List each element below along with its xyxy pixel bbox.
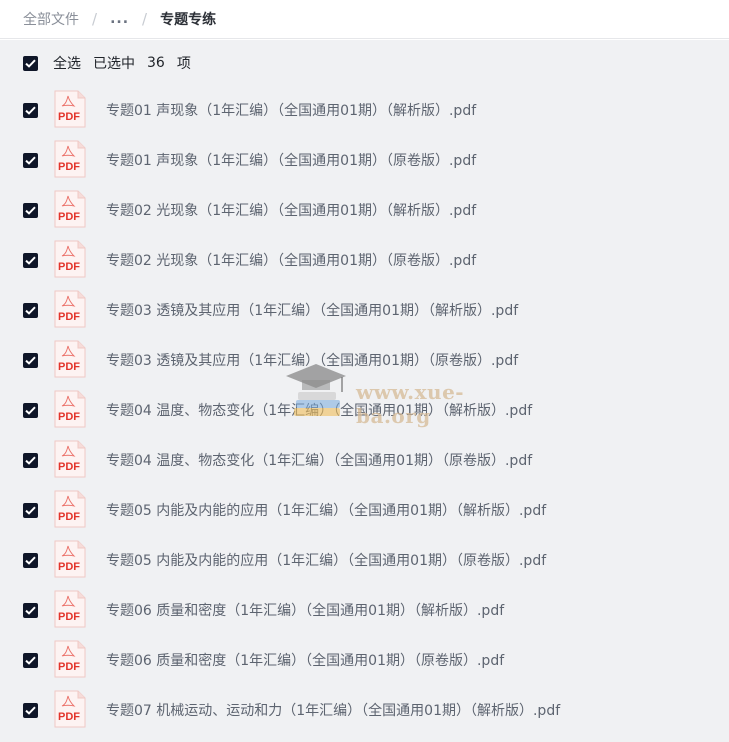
pdf-file-icon: PDF bbox=[54, 290, 86, 328]
checkmark-icon bbox=[25, 256, 36, 265]
pdf-file-icon: PDF bbox=[54, 690, 86, 728]
checkmark-icon bbox=[25, 556, 36, 565]
pdf-file-icon: PDF bbox=[54, 640, 86, 678]
pdf-icon-label: PDF bbox=[58, 511, 80, 523]
file-name[interactable]: 专题05 内能及内能的应用（1年汇编）（全国通用01期）（原卷版）.pdf bbox=[106, 536, 546, 586]
file-row[interactable]: PDF 专题05 内能及内能的应用（1年汇编）（全国通用01期）（解析版）.pdf bbox=[0, 486, 729, 536]
file-row[interactable]: PDF 专题06 质量和密度（1年汇编）（全国通用01期）（原卷版）.pdf bbox=[0, 636, 729, 686]
file-checkbox[interactable] bbox=[23, 553, 38, 568]
pdf-file-icon: PDF bbox=[54, 240, 86, 278]
file-row[interactable]: PDF 专题04 温度、物态变化（1年汇编）（全国通用01期）（原卷版）.pdf bbox=[0, 436, 729, 486]
file-checkbox[interactable] bbox=[23, 603, 38, 618]
checkmark-icon bbox=[25, 506, 36, 515]
breadcrumb-ellipsis-link[interactable]: ... bbox=[110, 11, 129, 27]
pdf-file-icon: PDF bbox=[54, 440, 86, 478]
select-all-label[interactable]: 全选 bbox=[53, 53, 81, 73]
file-name[interactable]: 专题04 温度、物态变化（1年汇编）（全国通用01期）（原卷版）.pdf bbox=[106, 436, 532, 486]
pdf-file-icon: PDF bbox=[54, 540, 86, 578]
breadcrumb: 全部文件 / ... / 专题专练 bbox=[0, 0, 729, 39]
pdf-file-icon: PDF bbox=[54, 490, 86, 528]
pdf-icon-label: PDF bbox=[58, 261, 80, 273]
select-all-bar: 全选 已选中 36 项 bbox=[23, 53, 191, 73]
file-row[interactable]: PDF 专题02 光现象（1年汇编）（全国通用01期）（原卷版）.pdf bbox=[0, 236, 729, 286]
file-checkbox[interactable] bbox=[23, 153, 38, 168]
select-all-checkbox[interactable] bbox=[23, 55, 38, 71]
file-name[interactable]: 专题02 光现象（1年汇编）（全国通用01期）（原卷版）.pdf bbox=[106, 236, 476, 286]
pdf-icon-label: PDF bbox=[58, 161, 80, 173]
file-name[interactable]: 专题06 质量和密度（1年汇编）（全国通用01期）（原卷版）.pdf bbox=[106, 636, 504, 686]
file-row[interactable]: PDF 专题03 透镜及其应用（1年汇编）（全国通用01期）（原卷版）.pdf bbox=[0, 336, 729, 386]
file-name[interactable]: 专题01 声现象（1年汇编）（全国通用01期）（解析版）.pdf bbox=[106, 86, 476, 136]
checkmark-icon bbox=[25, 706, 36, 715]
file-checkbox[interactable] bbox=[23, 103, 38, 118]
pdf-file-icon: PDF bbox=[54, 390, 86, 428]
pdf-icon-label: PDF bbox=[58, 611, 80, 623]
file-row[interactable]: PDF 专题04 温度、物态变化（1年汇编）（全国通用01期）（解析版）.pdf bbox=[0, 386, 729, 436]
file-checkbox[interactable] bbox=[23, 453, 38, 468]
breadcrumb-separator: / bbox=[142, 10, 148, 28]
selected-prefix: 已选中 bbox=[93, 56, 135, 72]
pdf-icon-label: PDF bbox=[58, 111, 80, 123]
pdf-icon-label: PDF bbox=[58, 711, 80, 723]
selected-count: 36 bbox=[147, 55, 165, 71]
file-checkbox[interactable] bbox=[23, 303, 38, 318]
file-row[interactable]: PDF 专题07 机械运动、运动和力（1年汇编）（全国通用01期）（解析版）.pd… bbox=[0, 686, 729, 736]
file-checkbox[interactable] bbox=[23, 703, 38, 718]
file-name[interactable]: 专题03 透镜及其应用（1年汇编）（全国通用01期）（解析版）.pdf bbox=[106, 286, 518, 336]
pdf-file-icon: PDF bbox=[54, 340, 86, 378]
file-name[interactable]: 专题07 机械运动、运动和力（1年汇编）（全国通用01期）（解析版）.pdf bbox=[106, 686, 560, 736]
pdf-file-icon: PDF bbox=[54, 90, 86, 128]
file-name[interactable]: 专题06 质量和密度（1年汇编）（全国通用01期）（解析版）.pdf bbox=[106, 586, 504, 636]
checkmark-icon bbox=[25, 306, 36, 315]
pdf-icon-label: PDF bbox=[58, 661, 80, 673]
checkmark-icon bbox=[25, 406, 36, 415]
pdf-icon-label: PDF bbox=[58, 561, 80, 573]
file-row[interactable]: PDF 专题05 内能及内能的应用（1年汇编）（全国通用01期）（原卷版）.pdf bbox=[0, 536, 729, 586]
file-checkbox[interactable] bbox=[23, 403, 38, 418]
file-row[interactable]: PDF 专题06 质量和密度（1年汇编）（全国通用01期）（解析版）.pdf bbox=[0, 586, 729, 636]
checkmark-icon bbox=[25, 106, 36, 115]
pdf-icon-label: PDF bbox=[58, 361, 80, 373]
file-list-panel: 全选 已选中 36 项 PDF 专题01 声现象（1年汇编）（全国通用01期）（解… bbox=[0, 40, 729, 742]
file-name[interactable]: 专题05 内能及内能的应用（1年汇编）（全国通用01期）（解析版）.pdf bbox=[106, 486, 546, 536]
checkmark-icon bbox=[25, 206, 36, 215]
checkmark-icon bbox=[25, 656, 36, 665]
checkmark-icon bbox=[25, 356, 36, 365]
file-checkbox[interactable] bbox=[23, 253, 38, 268]
pdf-icon-label: PDF bbox=[58, 311, 80, 323]
pdf-icon-label: PDF bbox=[58, 461, 80, 473]
breadcrumb-root-link[interactable]: 全部文件 bbox=[23, 9, 79, 29]
file-checkbox[interactable] bbox=[23, 353, 38, 368]
pdf-file-icon: PDF bbox=[54, 190, 86, 228]
pdf-icon-label: PDF bbox=[58, 411, 80, 423]
pdf-icon-label: PDF bbox=[58, 211, 80, 223]
file-checkbox[interactable] bbox=[23, 653, 38, 668]
breadcrumb-separator: / bbox=[92, 10, 98, 28]
pdf-file-icon: PDF bbox=[54, 590, 86, 628]
file-name[interactable]: 专题02 光现象（1年汇编）（全国通用01期）（解析版）.pdf bbox=[106, 186, 476, 236]
file-row[interactable]: PDF 专题03 透镜及其应用（1年汇编）（全国通用01期）（解析版）.pdf bbox=[0, 286, 729, 336]
checkmark-icon bbox=[25, 59, 36, 68]
file-name[interactable]: 专题04 温度、物态变化（1年汇编）（全国通用01期）（解析版）.pdf bbox=[106, 386, 532, 436]
checkmark-icon bbox=[25, 606, 36, 615]
file-row[interactable]: PDF 专题02 光现象（1年汇编）（全国通用01期）（解析版）.pdf bbox=[0, 186, 729, 236]
file-name[interactable]: 专题01 声现象（1年汇编）（全国通用01期）（原卷版）.pdf bbox=[106, 136, 476, 186]
breadcrumb-current: 专题专练 bbox=[160, 12, 217, 28]
file-row[interactable]: PDF 专题01 声现象（1年汇编）（全国通用01期）（原卷版）.pdf bbox=[0, 136, 729, 186]
checkmark-icon bbox=[25, 456, 36, 465]
selected-suffix: 项 bbox=[176, 56, 191, 72]
file-checkbox[interactable] bbox=[23, 203, 38, 218]
file-name[interactable]: 专题03 透镜及其应用（1年汇编）（全国通用01期）（原卷版）.pdf bbox=[106, 336, 518, 386]
checkmark-icon bbox=[25, 156, 36, 165]
file-row[interactable]: PDF 专题01 声现象（1年汇编）（全国通用01期）（解析版）.pdf bbox=[0, 86, 729, 136]
pdf-file-icon: PDF bbox=[54, 140, 86, 178]
file-checkbox[interactable] bbox=[23, 503, 38, 518]
